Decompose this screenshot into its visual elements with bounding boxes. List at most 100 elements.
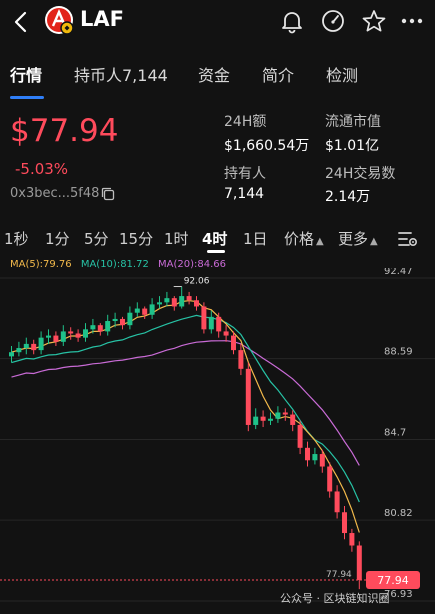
candle-body [46,335,51,338]
interval-1m[interactable]: 1分 [45,228,70,249]
main-tabs: 行情 持币人7,144 资金 简介 检测 [0,62,435,100]
candle-body [275,412,281,419]
tab-holders[interactable]: 持币人7,144 [74,62,168,86]
candle-body [186,296,192,301]
candle-body [105,321,111,332]
y-tick-label: 88.59 [384,347,413,358]
candle-body [305,447,310,461]
price-dropdown[interactable]: 价格 ▲ [284,228,324,249]
tx24h-label: 24H交易数 [325,166,396,182]
tab-funds[interactable]: 资金 [198,62,230,86]
candle-body [194,300,199,307]
last-price-inline-label: 77.94 [326,570,352,580]
candle-body [127,312,133,326]
candle-body [334,491,340,513]
holders-label: 持有人 [224,166,266,182]
star-icon[interactable] [361,8,387,34]
candle-body [231,335,236,351]
vol24h-label: 24H额 [224,114,267,130]
high-price-label: 92.06 [184,277,210,287]
candle-body [112,318,118,322]
mcap-value: $1.01亿 [325,138,380,154]
gauge-icon[interactable] [320,8,346,34]
active-tab-indicator [10,96,44,99]
token-price: $77.94 [10,113,119,149]
tab-check[interactable]: 检测 [326,62,358,86]
candle-body [16,348,22,353]
bell-icon[interactable] [279,8,305,34]
interval-4h[interactable]: 4时 [202,228,227,249]
candle-body [268,418,273,421]
candle-body [9,352,14,357]
candle-body [253,416,259,425]
candlestick-chart[interactable]: 92.4788.5984.780.8276.9392.0677.94 77.94 [0,268,435,614]
holders-value: 7,144 [224,186,265,202]
interval-1h[interactable]: 1时 [164,228,189,249]
candle-body [149,304,155,315]
interval-1s[interactable]: 1秒 [4,228,29,249]
header-bar: LAF [0,0,435,46]
interval-5m[interactable]: 5分 [84,228,109,249]
candle-body [349,533,355,546]
candle-body [75,333,81,338]
candle-body [238,350,244,369]
candle-body [282,412,288,415]
candle-body [31,343,37,351]
candle-body [68,331,74,334]
y-tick-label: 84.7 [384,428,406,439]
candle-body [134,308,140,313]
candle-body [97,325,103,332]
y-tick-label: 80.82 [384,508,413,519]
tab-market[interactable]: 行情 [10,62,42,86]
candle-body [164,298,170,303]
watermark-text: 公众号 · 区块链知识圈 [280,592,390,605]
candle-body [171,298,177,307]
candle-body [179,296,185,307]
mcap-label: 流通市值 [325,114,381,130]
candle-body [60,331,66,342]
vol24h-value: $1,660.54万 [224,138,310,154]
active-interval-indicator [207,250,225,253]
candle-body [120,318,125,326]
candle-body [90,325,96,330]
more-dropdown[interactable]: 更多 ▲ [338,228,378,249]
candle-body [290,414,296,425]
candle-body [142,308,148,315]
tab-intro[interactable]: 简介 [262,62,294,86]
candle-body [216,316,222,332]
tx24h-value: 2.14万 [325,189,371,205]
price-change: -5.03% [15,160,69,178]
candle-body [297,424,303,448]
interval-15m[interactable]: 15分 [119,228,153,249]
interval-selector: 1秒 1分 5分 15分 1时 4时 1日 价格 ▲ 更多 ▲ [0,228,435,250]
more-dropdown-label: 更多 [338,230,369,248]
price-dropdown-label: 价格 [284,230,315,248]
indicator-settings-icon[interactable] [397,229,419,249]
candle-body [157,302,162,305]
candle-body [319,454,325,467]
caret-down-icon: ▲ [370,236,378,247]
candle-body [260,416,266,421]
candle-body [327,466,333,492]
caret-down-icon: ▲ [316,236,324,247]
token-logo-icon [45,6,74,35]
candle-body [23,343,29,349]
candle-body [245,368,251,425]
candle-body [208,316,214,330]
candle-body [53,335,59,342]
candle-body [356,545,362,581]
interval-1d[interactable]: 1日 [243,228,268,249]
more-icon[interactable] [399,8,425,34]
back-icon[interactable] [8,8,36,36]
y-tick-label: 92.47 [384,268,413,277]
last-price-tag-label: 77.94 [377,574,409,587]
contract-address: 0x3bec...5f48 [10,186,100,201]
candle-body [223,331,229,336]
candle-body [83,329,88,338]
candle-body [342,512,347,534]
candle-body [38,337,44,351]
candle-body [201,306,207,330]
copy-icon[interactable] [100,186,116,202]
coin-name: LAF [80,7,124,31]
candle-body [312,454,318,461]
